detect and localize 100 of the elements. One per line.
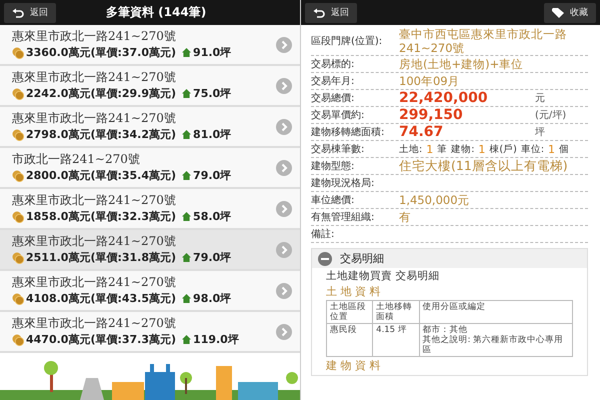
field-value: 臺中市西屯區惠來里市政北一路241~270號 bbox=[399, 27, 568, 55]
price-text: 2242.0萬元(單價:29.9萬元) bbox=[26, 86, 176, 101]
unit-text: 元 bbox=[535, 92, 545, 105]
field-label: 有無管理組織: bbox=[311, 210, 376, 224]
coins-icon bbox=[12, 334, 24, 346]
column-header: 使用分區或編定 bbox=[419, 300, 572, 324]
list-item[interactable]: 惠來里市政北一路241~270號 2242.0萬元(單價:29.9萬元) 75.0坪 bbox=[0, 66, 300, 107]
cell-text: 都市：其他 bbox=[422, 325, 469, 335]
back-icon bbox=[12, 8, 24, 18]
back-icon bbox=[313, 8, 325, 18]
price-text: 3360.0萬元(單價:37.0萬元) bbox=[26, 45, 176, 60]
list-item[interactable]: 惠來里市政北一路241~270號 1858.0萬元(單價:32.3萬元) 58.0坪 bbox=[0, 189, 300, 230]
list-item[interactable]: 惠來里市政北一路241~270號 3360.0萬元(單價:37.0萬元) 91.0坪 bbox=[0, 25, 300, 66]
column-header: 土地區段位置 bbox=[326, 300, 373, 324]
field-value: 74.67 bbox=[399, 125, 444, 139]
coins-icon bbox=[12, 88, 24, 100]
field-value: 有 bbox=[399, 210, 412, 224]
coins-icon bbox=[12, 46, 24, 58]
favorite-button[interactable]: 收藏 bbox=[544, 2, 596, 22]
house-icon bbox=[182, 253, 192, 262]
field-label: 備註: bbox=[311, 228, 336, 241]
count-unit: 棟(戶) bbox=[489, 142, 517, 156]
field-label: 建物型態: bbox=[311, 160, 356, 173]
price-text: 2798.0萬元(單價:34.2萬元) bbox=[26, 127, 176, 142]
address-text: 惠來里市政北一路241~270號 bbox=[12, 275, 177, 290]
table-cell: 4.15 坪 bbox=[372, 324, 420, 356]
field-label: 交易年月: bbox=[311, 74, 356, 88]
coins-icon bbox=[12, 128, 24, 140]
count-unit: 筆 bbox=[437, 142, 448, 156]
count-value: 1 bbox=[426, 142, 434, 156]
chevron-icon bbox=[276, 118, 292, 134]
coins-icon bbox=[12, 170, 24, 182]
area-text: 119.0坪 bbox=[193, 332, 239, 347]
price-text: 2511.0萬元(單價:31.8萬元) bbox=[26, 250, 176, 265]
price-text: 4470.0萬元(單價:37.3萬元) bbox=[26, 332, 176, 347]
field-label: 車位總價: bbox=[311, 194, 356, 207]
list-item[interactable]: 惠來里市政北一路241~270號 2511.0萬元(單價:31.8萬元) 79.0坪 bbox=[0, 230, 300, 271]
field-label: 交易總價: bbox=[311, 92, 356, 105]
count-value: 1 bbox=[548, 142, 556, 156]
field-label: 區段門牌(位置): bbox=[311, 34, 384, 48]
house-icon bbox=[182, 89, 192, 98]
house-icon bbox=[182, 130, 192, 139]
chevron-icon bbox=[276, 36, 292, 52]
chevron-icon bbox=[276, 160, 292, 176]
section-heading: 土 地 資 料 bbox=[326, 284, 382, 299]
field-value: 住宅大樓(11層含以上有電梯) bbox=[399, 159, 569, 173]
house-icon bbox=[182, 48, 192, 57]
address-text: 惠來里市政北一路241~270號 bbox=[12, 111, 177, 126]
field-label: 交易標的: bbox=[311, 58, 356, 71]
list-item[interactable]: 惠來里市政北一路241~270號 4108.0萬元(單價:43.5萬元) 98.0坪 bbox=[0, 271, 300, 312]
area-text: 91.0坪 bbox=[193, 45, 232, 60]
price-text: 1858.0萬元(單價:32.3萬元) bbox=[26, 209, 176, 224]
list-item[interactable]: 市政北一路241~270號 2800.0萬元(單價:35.4萬元) 79.0坪 bbox=[0, 148, 300, 189]
count-label: 土地: bbox=[399, 142, 422, 156]
field-label: 建物移轉總面積: bbox=[311, 126, 386, 139]
area-text: 58.0坪 bbox=[193, 209, 232, 224]
coins-icon bbox=[12, 210, 24, 222]
unit-text: 坪 bbox=[535, 126, 545, 139]
count-value: 1 bbox=[478, 142, 486, 156]
section-header[interactable]: 交易明細 bbox=[312, 249, 587, 268]
area-text: 98.0坪 bbox=[193, 291, 232, 306]
back-button[interactable]: 返回 bbox=[4, 2, 56, 22]
address-text: 惠來里市政北一路241~270號 bbox=[12, 29, 177, 44]
chevron-icon bbox=[276, 282, 292, 298]
tag-icon bbox=[552, 8, 564, 18]
address-text: 惠來里市政北一路241~270號 bbox=[12, 193, 177, 208]
list-item[interactable]: 惠來里市政北一路241~270號 2798.0萬元(單價:34.2萬元) 81.0坪 bbox=[0, 107, 300, 148]
field-label: 交易單價約: bbox=[311, 108, 366, 122]
area-text: 81.0坪 bbox=[193, 127, 232, 142]
address-text: 惠來里市政北一路241~270號 bbox=[12, 316, 177, 331]
back-button[interactable]: 返回 bbox=[305, 2, 357, 22]
coins-icon bbox=[12, 292, 24, 304]
field-label: 交易棟筆數: bbox=[311, 142, 366, 156]
detail-subtitle: 土地建物買賣 交易明細 bbox=[326, 269, 440, 283]
house-icon bbox=[182, 171, 192, 180]
cell-text: 其他之說明: 第六種新市政中心專用區 bbox=[422, 335, 564, 355]
count-unit: 個 bbox=[559, 142, 570, 156]
price-text: 4108.0萬元(單價:43.5萬元) bbox=[26, 291, 176, 306]
count-label: 車位: bbox=[520, 142, 544, 156]
screen-title: 多筆資料 (144筆) bbox=[106, 4, 206, 21]
field-value: 100年09月 bbox=[399, 74, 461, 88]
chevron-icon bbox=[276, 78, 292, 94]
table-cell: 惠民段 bbox=[326, 324, 373, 356]
chevron-icon bbox=[276, 242, 292, 258]
price-text: 2800.0萬元(單價:35.4萬元) bbox=[26, 168, 176, 183]
field-value: 22,420,000 bbox=[399, 91, 489, 105]
field-value: 1,450,000元 bbox=[399, 193, 471, 207]
minus-icon bbox=[318, 252, 332, 266]
chevron-icon bbox=[276, 200, 292, 216]
count-label: 建物: bbox=[451, 142, 474, 156]
field-value: 299,150 bbox=[399, 108, 464, 122]
area-text: 75.0坪 bbox=[193, 86, 232, 101]
address-text: 惠來里市政北一路241~270號 bbox=[12, 234, 177, 249]
address-text: 惠來里市政北一路241~270號 bbox=[12, 70, 177, 85]
list-item[interactable]: 惠來里市政北一路241~270號 4470.0萬元(單價:37.3萬元) 119.0坪 bbox=[0, 312, 300, 353]
house-icon bbox=[182, 335, 192, 344]
area-text: 79.0坪 bbox=[193, 168, 232, 183]
section-heading: 建 物 資 料 bbox=[326, 358, 382, 373]
column-header: 土地移轉面積 bbox=[372, 300, 420, 324]
coins-icon bbox=[12, 252, 24, 264]
